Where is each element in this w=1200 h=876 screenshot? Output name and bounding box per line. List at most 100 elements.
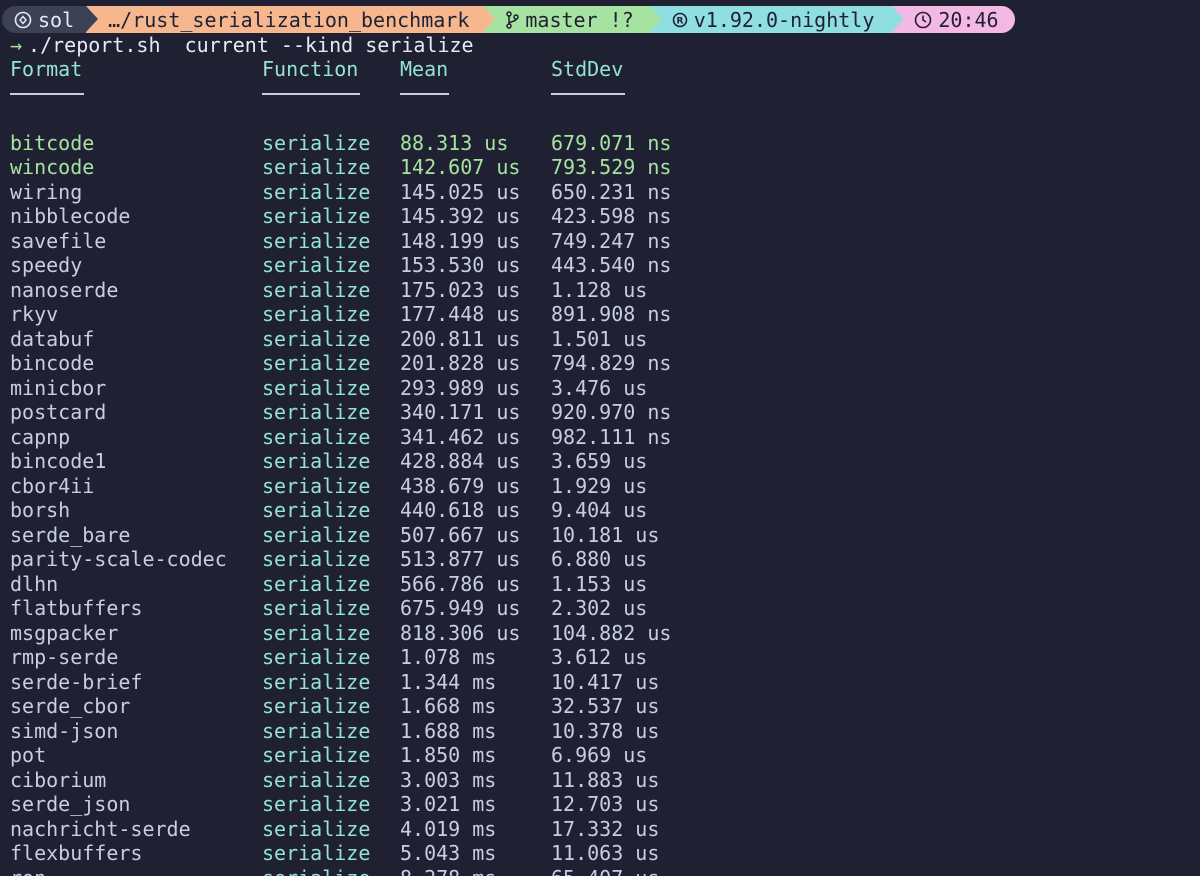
- cell-mean: 200.811 us: [400, 326, 521, 351]
- cell-mean: 340.171 us: [400, 400, 521, 424]
- git-branch-icon: [505, 10, 520, 29]
- cell-stddev: 6.969 us: [551, 743, 648, 767]
- cell-function: serialize: [262, 816, 371, 841]
- cell-function: serialize: [262, 326, 371, 351]
- cell-mean: 1.688 ms: [400, 718, 497, 743]
- cell-format: minicbor: [10, 375, 107, 400]
- cell-mean: 88.313 us: [400, 130, 509, 155]
- table-row: minicbor serialize 293.989 us 3.476 us: [10, 376, 647, 401]
- cell-mean: 8.278 ms: [400, 866, 496, 876]
- cell-mean: 175.023 us: [400, 277, 521, 302]
- cell-mean: 177.448 us: [400, 302, 521, 326]
- cell-mean: 428.884 us: [400, 449, 521, 473]
- cell-stddev: 650.231 ns: [551, 179, 672, 204]
- table-row: ron serialize 8.278 ms 65.407 us: [10, 866, 659, 876]
- table-row: savefile serialize 148.199 us 749.247 ns: [10, 229, 671, 254]
- cell-stddev: 1.501 us: [551, 326, 648, 351]
- cell-function: serialize: [262, 718, 371, 743]
- cell-function: serialize: [262, 400, 371, 424]
- cell-mean: 1.344 ms: [400, 669, 497, 694]
- header-underline: [10, 82, 625, 107]
- cell-format: flatbuffers: [10, 596, 143, 620]
- cell-mean: 293.989 us: [400, 375, 521, 400]
- command-text: ./report.sh current --kind serialize: [28, 33, 474, 57]
- cell-mean: 201.828 us: [400, 351, 521, 375]
- prompt-time: 20:46: [938, 7, 999, 32]
- cell-mean: 1.850 ms: [400, 743, 497, 767]
- table-row: nibblecode serialize 145.392 us 423.598 ns: [10, 204, 671, 229]
- header-mean: Mean: [400, 57, 449, 81]
- cell-function: serialize: [262, 669, 371, 694]
- cell-mean: 5.043 ms: [400, 841, 497, 865]
- blank-row: [10, 106, 58, 131]
- cell-function: serialize: [262, 645, 371, 669]
- prompt-bar: sol …/rust_serialization_benchmark maste…: [2, 6, 1015, 33]
- cell-function: serialize: [262, 375, 371, 400]
- cell-stddev: 1.128 us: [551, 277, 648, 302]
- cell-stddev: 423.598 ns: [551, 204, 672, 228]
- cell-function: serialize: [262, 522, 371, 547]
- cell-function: serialize: [262, 743, 371, 767]
- cell-stddev: 11.883 us: [551, 767, 660, 792]
- cell-stddev: 12.703 us: [551, 792, 660, 816]
- header-function: Function: [262, 57, 359, 81]
- table-row: nachricht-serde serialize 4.019 ms 17.332 u…: [10, 817, 659, 842]
- cell-stddev: 1.153 us: [551, 571, 648, 596]
- header-underline-mean: [400, 82, 449, 107]
- prompt-directory-segment: …/rust_serialization_benchmark: [86, 6, 496, 33]
- cell-function: serialize: [262, 620, 371, 645]
- cell-function: serialize: [262, 449, 371, 473]
- cell-function: serialize: [262, 473, 371, 498]
- table-row: bincode1 serialize 428.884 us 3.659 us: [10, 449, 647, 474]
- cell-function: serialize: [262, 155, 371, 179]
- cell-function: serialize: [262, 253, 371, 277]
- cell-stddev: 104.882 us: [551, 620, 672, 645]
- table-row: borsh serialize 440.618 us 9.404 us: [10, 498, 647, 523]
- cell-format: msgpacker: [10, 620, 119, 645]
- table-row: rkyv serialize 177.448 us 891.908 ns: [10, 302, 671, 327]
- cell-stddev: 17.332 us: [551, 816, 660, 841]
- header-stddev: StdDev: [551, 57, 624, 81]
- cell-function: serialize: [262, 841, 371, 865]
- cell-format: bitcode: [10, 130, 95, 155]
- cell-stddev: 11.063 us: [551, 841, 660, 865]
- cell-function: serialize: [262, 547, 371, 571]
- table-row: wiring serialize 145.025 us 650.231 ns: [10, 180, 671, 205]
- header-underline-format: [10, 82, 84, 107]
- cell-format: savefile: [10, 228, 107, 253]
- cell-mean: 566.786 us: [400, 571, 521, 596]
- cell-mean: 145.392 us: [400, 204, 521, 228]
- cell-format: rmp-serde: [10, 645, 119, 669]
- cell-mean: 440.618 us: [400, 498, 521, 522]
- cell-mean: 3.003 ms: [400, 767, 497, 792]
- prompt-user: sol: [38, 7, 75, 32]
- cell-stddev: 10.378 us: [551, 718, 660, 743]
- table-row: postcard serialize 340.171 us 920.970 ns: [10, 400, 671, 425]
- os-logo-icon: [14, 11, 32, 29]
- cell-format: serde-brief: [10, 669, 143, 694]
- prompt-user-segment: sol: [2, 6, 99, 33]
- cell-function: serialize: [262, 767, 371, 792]
- cell-stddev: 982.111 ns: [551, 424, 672, 449]
- cell-mean: 675.949 us: [400, 596, 521, 620]
- prompt-git-segment: master !?: [483, 6, 662, 33]
- cell-format: nanoserde: [10, 277, 119, 302]
- table-body: bitcode serialize 88.313 us 679.071 ns winco…: [10, 131, 671, 876]
- cell-stddev: 10.417 us: [551, 669, 660, 694]
- cell-mean: 1.668 ms: [400, 694, 497, 718]
- header-underline-stddev: [551, 82, 625, 107]
- table-row: parity-scale-codec serialize 513.877 us 6.8…: [10, 547, 647, 572]
- cell-mean: 145.025 us: [400, 179, 521, 204]
- table-row: msgpacker serialize 818.306 us 104.882 us: [10, 621, 671, 646]
- table-row: cbor4ii serialize 438.679 us 1.929 us: [10, 474, 647, 499]
- table-row: simd-json serialize 1.688 ms 10.378 us: [10, 719, 659, 744]
- cell-format: cbor4ii: [10, 473, 95, 498]
- cell-format: wincode: [10, 155, 95, 179]
- cell-stddev: 3.612 us: [551, 645, 648, 669]
- table-row: rmp-serde serialize 1.078 ms 3.612 us: [10, 645, 647, 670]
- table-row: flexbuffers serialize 5.043 ms 11.063 us: [10, 841, 659, 866]
- table-row: speedy serialize 153.530 us 443.540 ns: [10, 253, 671, 278]
- cell-function: serialize: [262, 130, 371, 155]
- table-row: serde-brief serialize 1.344 ms 10.417 us: [10, 670, 659, 695]
- cell-format: bincode1: [10, 449, 107, 473]
